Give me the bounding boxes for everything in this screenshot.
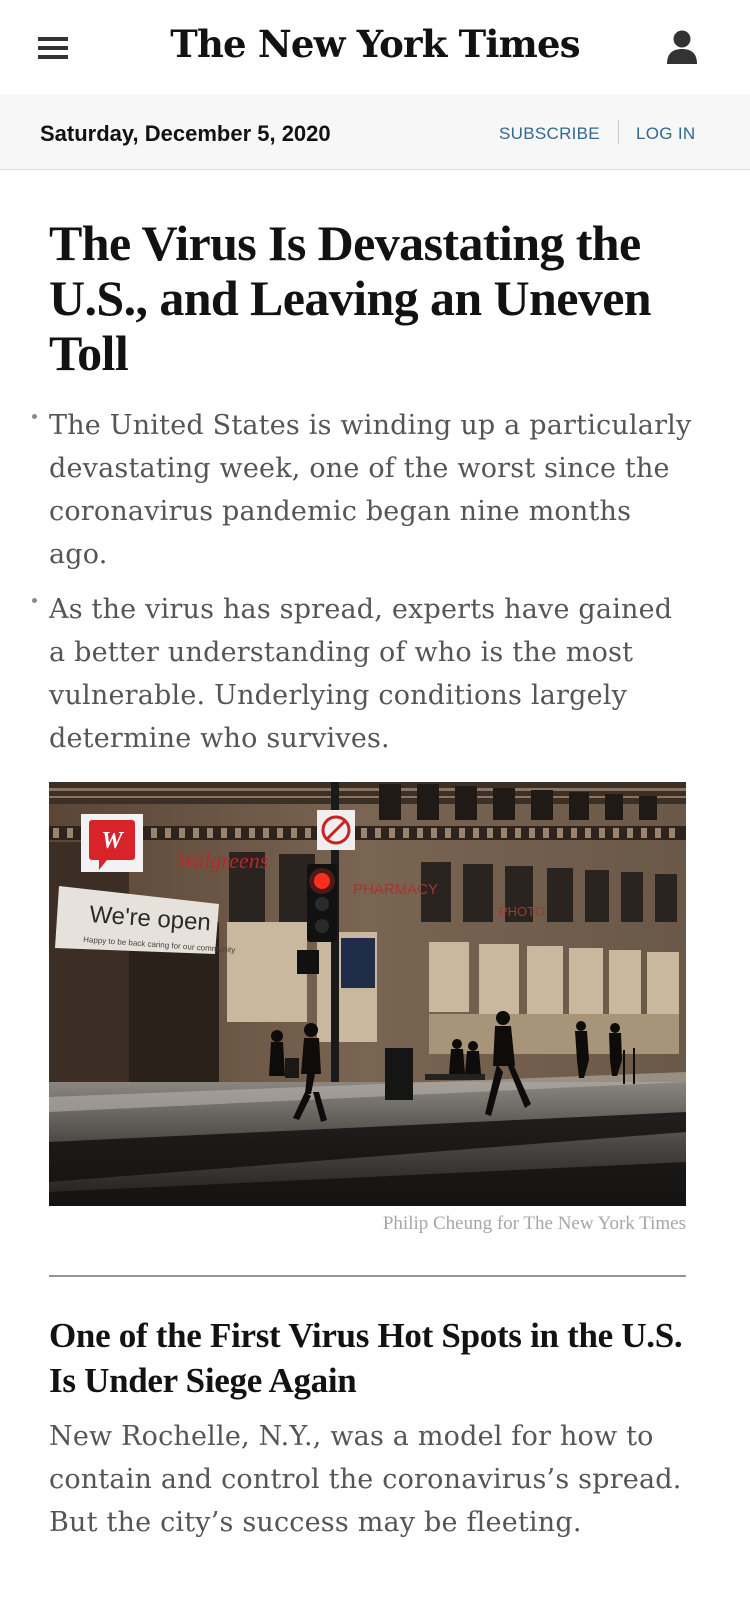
- summary-text: The United States is winding up a partic…: [49, 410, 692, 570]
- lead-image[interactable]: W Walgreens We're open Happy to be back …: [49, 782, 686, 1206]
- lead-summary-list: The United States is winding up a partic…: [32, 404, 694, 772]
- storefront-sign: Walgreens: [177, 848, 268, 873]
- bullet-icon: [32, 414, 37, 419]
- nyt-logo[interactable]: The New York Times: [0, 22, 750, 66]
- date-bar: Saturday, December 5, 2020 SUBSCRIBE LOG…: [0, 94, 750, 170]
- current-date: Saturday, December 5, 2020: [40, 121, 331, 146]
- bullet-icon: [32, 598, 37, 603]
- second-headline[interactable]: One of the First Virus Hot Spots in the …: [49, 1313, 709, 1403]
- second-summary: New Rochelle, N.Y., was a model for how …: [49, 1421, 682, 1538]
- person-icon[interactable]: [666, 30, 698, 64]
- summary-item: The United States is winding up a partic…: [32, 404, 694, 576]
- login-link[interactable]: LOG IN: [636, 124, 695, 144]
- subscribe-link[interactable]: SUBSCRIBE: [499, 124, 600, 144]
- lead-headline[interactable]: The Virus Is Devastating the U.S., and L…: [49, 216, 709, 381]
- link-divider: [618, 120, 619, 144]
- photo-sign: PHOTO: [499, 904, 545, 919]
- section-divider: [49, 1275, 686, 1277]
- photo-credit: Philip Cheung for The New York Times: [382, 1213, 686, 1234]
- summary-text: As the virus has spread, experts have ga…: [49, 594, 673, 754]
- svg-text:W: W: [101, 828, 124, 854]
- summary-item: As the virus has spread, experts have ga…: [32, 588, 694, 760]
- pharmacy-sign: PHARMACY: [353, 881, 438, 898]
- top-bar: The New York Times: [0, 0, 750, 95]
